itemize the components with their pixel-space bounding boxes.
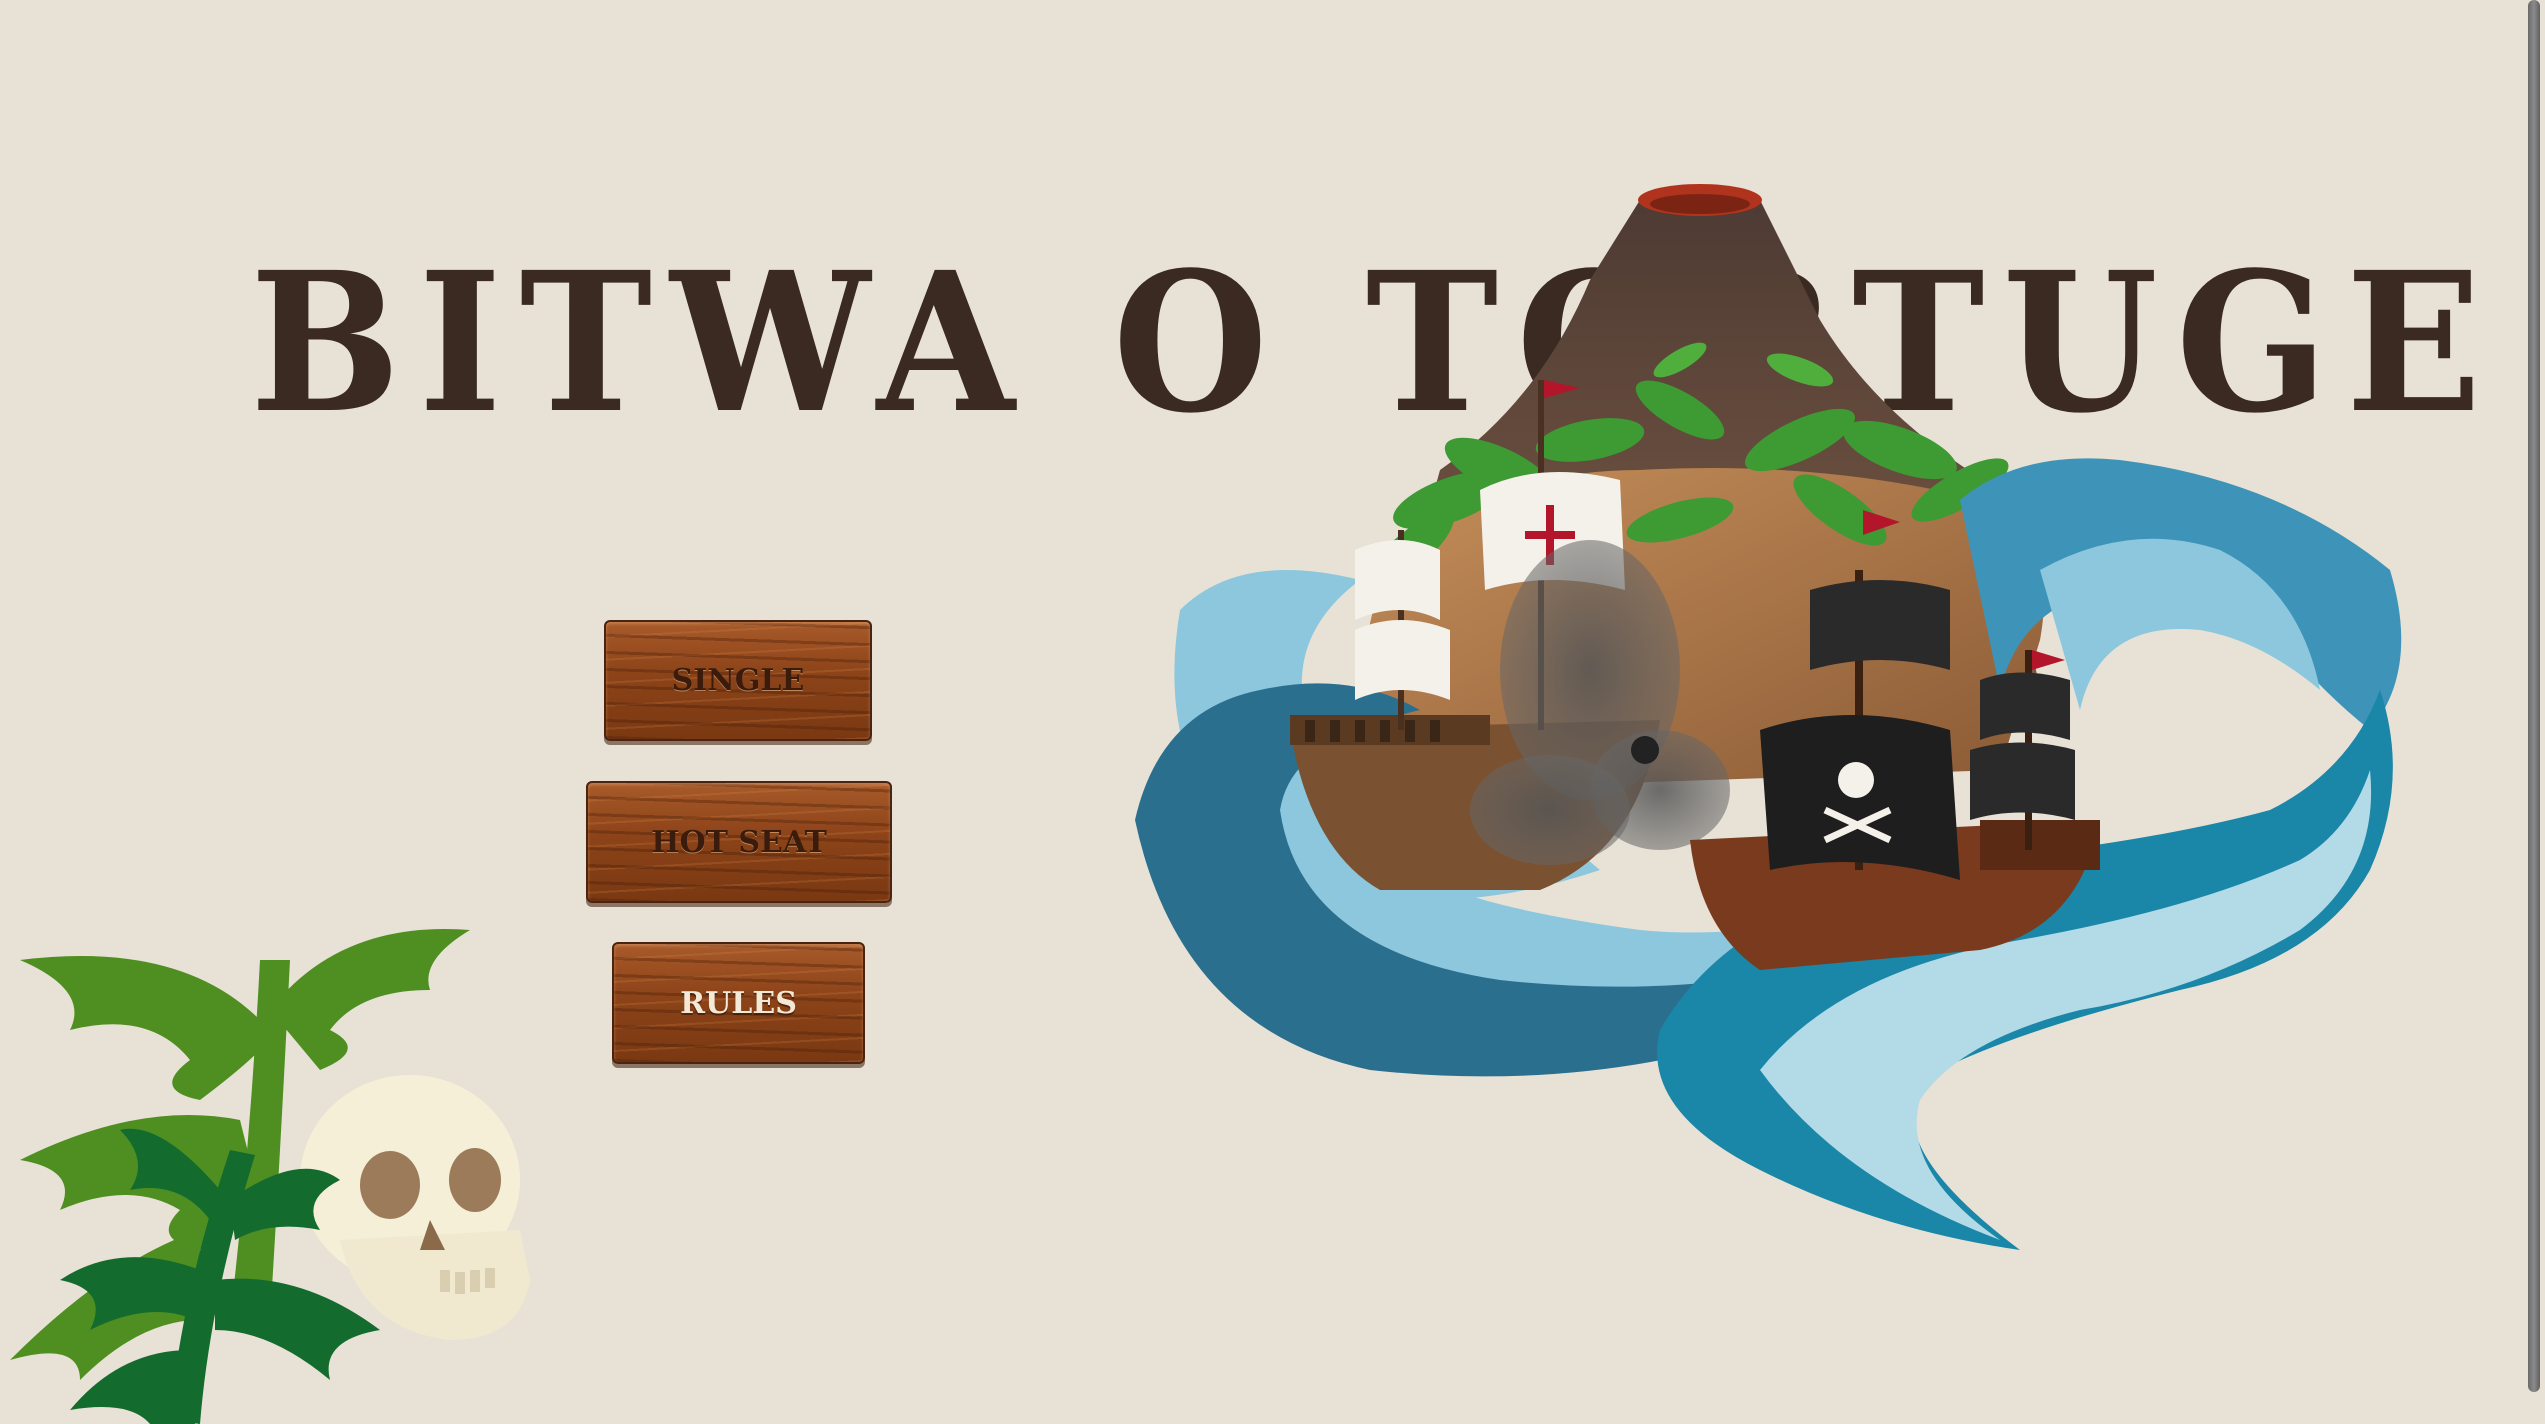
rules-button[interactable]: RULES [612, 942, 865, 1064]
hot-seat-button[interactable]: HOT SEAT [586, 781, 892, 903]
island-battle-illustration [1135, 184, 2402, 1250]
skull-plants-decoration [10, 929, 530, 1424]
scrollbar-thumb[interactable] [2528, 0, 2540, 1392]
single-button[interactable]: SINGLE [604, 620, 872, 741]
wave-swirl [2120, 685, 2272, 770]
skull-icon [300, 1075, 530, 1340]
